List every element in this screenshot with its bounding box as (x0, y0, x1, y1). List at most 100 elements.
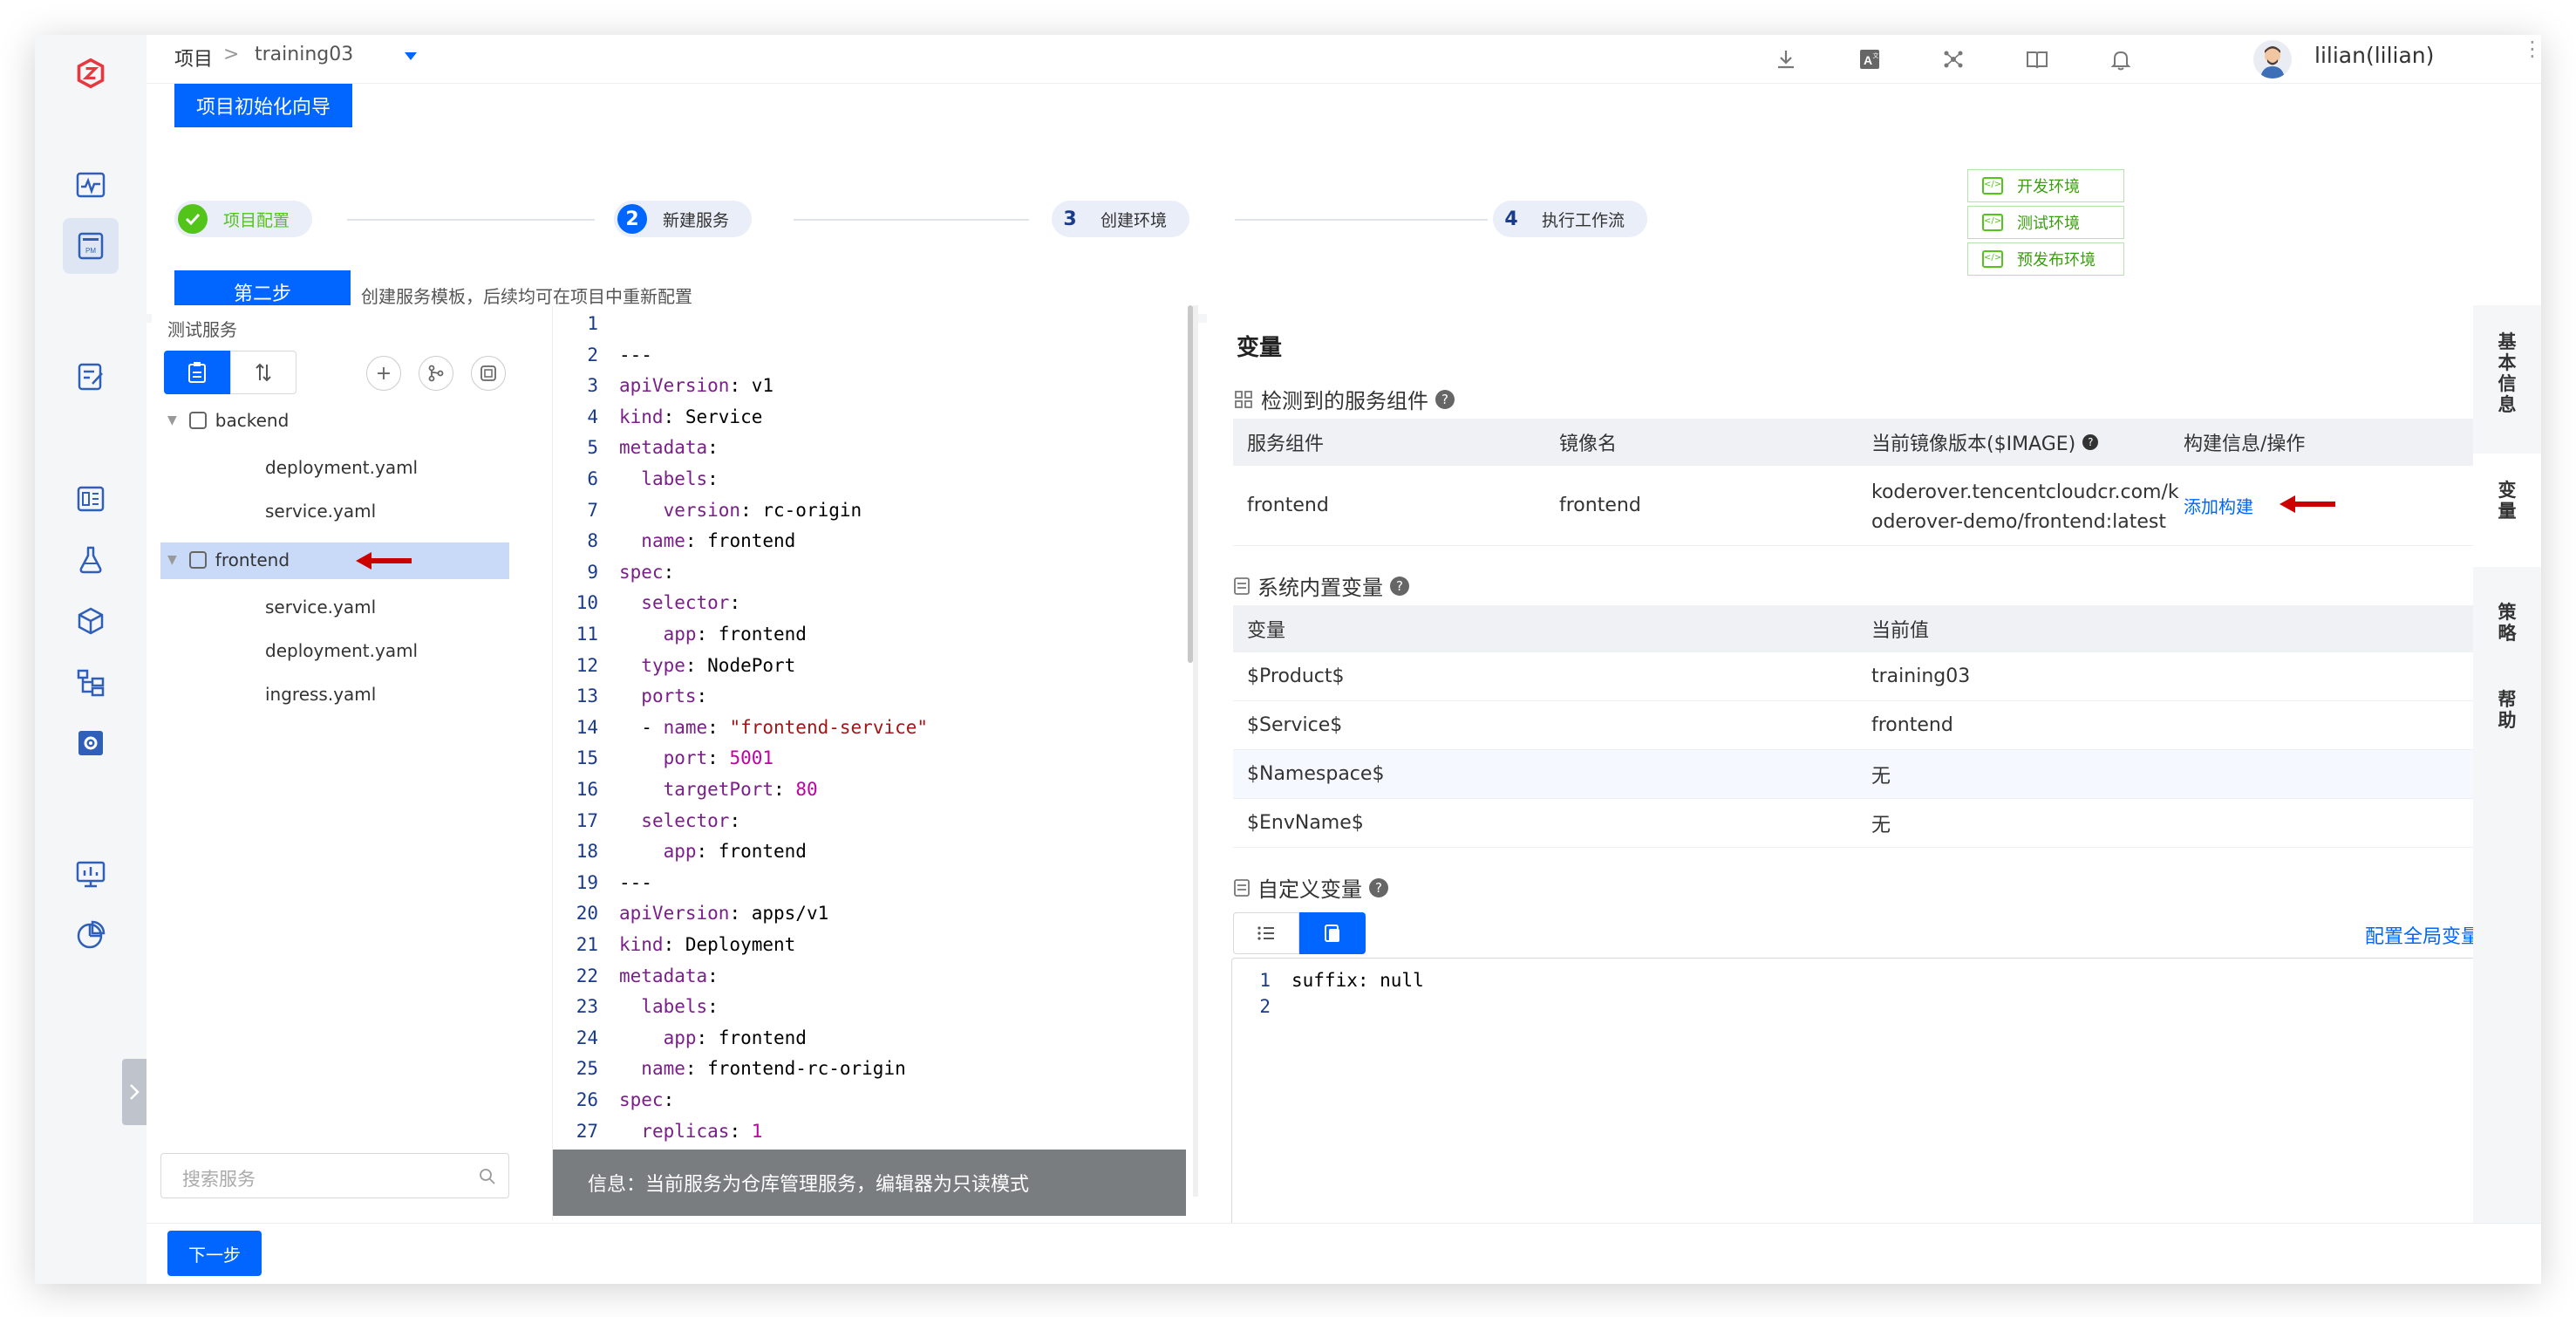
init-wizard-button[interactable]: 项目初始化向导 (174, 84, 352, 127)
env-tag-staging[interactable]: </> 预发布环境 (1967, 242, 2124, 276)
components-table-row: frontend frontend koderover.tencentcloud… (1233, 466, 2485, 546)
code-icon: </> (1982, 177, 2003, 194)
code-line: 18 app: frontend (576, 841, 807, 863)
cluster-icon[interactable] (1938, 44, 1969, 75)
step-4[interactable]: 4 执行工作流 (1493, 201, 1648, 237)
settings-box-icon[interactable] (63, 715, 119, 771)
service-name: frontend (215, 549, 290, 570)
section-label: 检测到的服务组件 (1261, 389, 1428, 413)
breadcrumb-project[interactable]: training03 (255, 44, 353, 65)
tab-char: 量 (2498, 501, 2517, 522)
red-arrow-icon (356, 552, 412, 570)
workflow-icon[interactable] (63, 654, 119, 710)
code-line: 9 spec: (587, 561, 675, 583)
book-icon[interactable] (2021, 44, 2053, 75)
var-name: $Namespace$ (1247, 763, 1385, 785)
components-icon (1235, 390, 1252, 408)
left-nav: PM (35, 35, 147, 1284)
custom-vars-list-toggle[interactable] (1233, 912, 1299, 954)
git-import-button[interactable] (419, 356, 453, 391)
step-3[interactable]: 3 创建环境 (1052, 201, 1190, 237)
logo-icon[interactable] (63, 45, 119, 101)
package-icon[interactable] (63, 593, 119, 649)
tab-char: 略 (2498, 623, 2517, 644)
section-label: 自定义变量 (1257, 877, 1362, 902)
file-item[interactable]: deployment.yaml (265, 457, 418, 478)
pulse-icon[interactable] (63, 157, 119, 213)
step-divider (794, 219, 1029, 221)
breadcrumb-root[interactable]: 项目 (174, 44, 213, 72)
code-line: 12 type: NodePort (576, 654, 796, 676)
tab-help[interactable]: 帮助 (2473, 680, 2541, 750)
nav-collapse-handle[interactable] (122, 1059, 147, 1125)
more-vertical-icon[interactable]: ⋮ (2522, 38, 2541, 59)
yaml-editor[interactable]: 1 2 --- 3 apiVersion: v1 4 kind: Service 5 metad… (553, 305, 1198, 1197)
components-table-header: 服务组件 镜像名 当前镜像版本($IMAGE)? 构建信息/操作 (1233, 419, 2485, 466)
avatar[interactable] (2253, 40, 2292, 78)
tab-char: 信 (2498, 373, 2517, 394)
tab-variables[interactable]: 变量 (2473, 454, 2541, 567)
file-item[interactable]: deployment.yaml (265, 640, 418, 661)
download-icon[interactable] (1770, 44, 1802, 75)
env-tag-label: 测试环境 (2017, 215, 2080, 233)
file-item[interactable]: ingress.yaml (265, 684, 376, 705)
help-icon[interactable]: ? (1435, 389, 1455, 409)
document-icon (1234, 577, 1250, 595)
list-view-toggle[interactable] (164, 351, 230, 394)
monitor-icon[interactable] (63, 846, 119, 902)
section-label: 系统内置变量 (1257, 576, 1383, 600)
vertical-scrollbar[interactable] (1188, 305, 1193, 663)
file-item[interactable]: service.yaml (265, 501, 376, 522)
help-icon[interactable]: ? (1390, 576, 1409, 596)
system-var-row: $Product$ training03 (1233, 652, 2485, 701)
tab-basic-info[interactable]: 基本信息 (2473, 331, 2541, 427)
add-build-link[interactable]: 添加构建 (2184, 466, 2253, 545)
code-line: 22 metadata: (576, 965, 719, 986)
step-1[interactable]: 项目配置 (174, 201, 313, 237)
step-2[interactable]: 2 新建服务 (614, 201, 753, 237)
custom-vars-yaml-toggle[interactable] (1299, 912, 1366, 954)
code-line: 10 selector: (576, 592, 741, 614)
env-tag-test[interactable]: </> 测试环境 (1967, 206, 2124, 239)
code-line: 20 apiVersion: apps/v1 (576, 903, 829, 925)
help-icon[interactable]: ? (2082, 434, 2099, 450)
caret-down-icon: ▼ (167, 553, 177, 567)
step-4-label: 执行工作流 (1542, 210, 1625, 230)
pie-chart-icon[interactable] (63, 907, 119, 963)
flask-icon[interactable] (63, 532, 119, 588)
code-line: 15 port: 5001 (576, 747, 774, 769)
global-vars-link[interactable]: 配置全局变量 (2365, 921, 2480, 949)
edit-doc-icon[interactable] (63, 349, 119, 405)
service-backend[interactable]: ▼ backend (167, 410, 289, 431)
column-header: 构建信息/操作 (2184, 433, 2306, 455)
bell-icon[interactable] (2105, 44, 2136, 75)
code-line: 5 metadata: (587, 437, 719, 459)
caret-down-icon[interactable] (405, 52, 417, 60)
service-frontend[interactable]: ▼ frontend (167, 549, 290, 570)
user-name[interactable]: lilian(lilian) (2314, 43, 2434, 68)
file-item[interactable]: service.yaml (265, 597, 376, 618)
svg-text:PM: PM (85, 247, 96, 255)
search-icon (480, 1169, 495, 1184)
system-var-row: $EnvName$ 无 (1233, 799, 2485, 848)
translate-icon[interactable]: A文 (1854, 44, 1885, 75)
project-manage-icon[interactable]: PM (63, 218, 119, 274)
help-icon[interactable]: ? (1369, 877, 1388, 897)
tab-policy[interactable]: 策略 (2473, 593, 2541, 663)
code-line: 2 --- (587, 344, 652, 365)
add-service-button[interactable]: + (366, 356, 401, 391)
code-line: 23 labels: (576, 996, 719, 1018)
code-icon: </> (1982, 214, 2003, 231)
env-tag-dev[interactable]: </> 开发环境 (1967, 169, 2124, 202)
service-search-input[interactable]: 搜索服务 (160, 1153, 509, 1198)
next-step-button[interactable]: 下一步 (167, 1231, 262, 1276)
template-import-button[interactable] (471, 356, 506, 391)
step-divider (347, 219, 595, 221)
service-icon (188, 551, 207, 569)
sort-toggle[interactable] (230, 351, 296, 394)
step-3-label: 创建环境 (1101, 210, 1168, 230)
service-name: backend (215, 410, 290, 431)
code-line: 7 version: rc-origin (587, 499, 862, 521)
dashboard-icon[interactable] (63, 471, 119, 527)
code-line: 21 kind: Deployment (576, 934, 796, 955)
